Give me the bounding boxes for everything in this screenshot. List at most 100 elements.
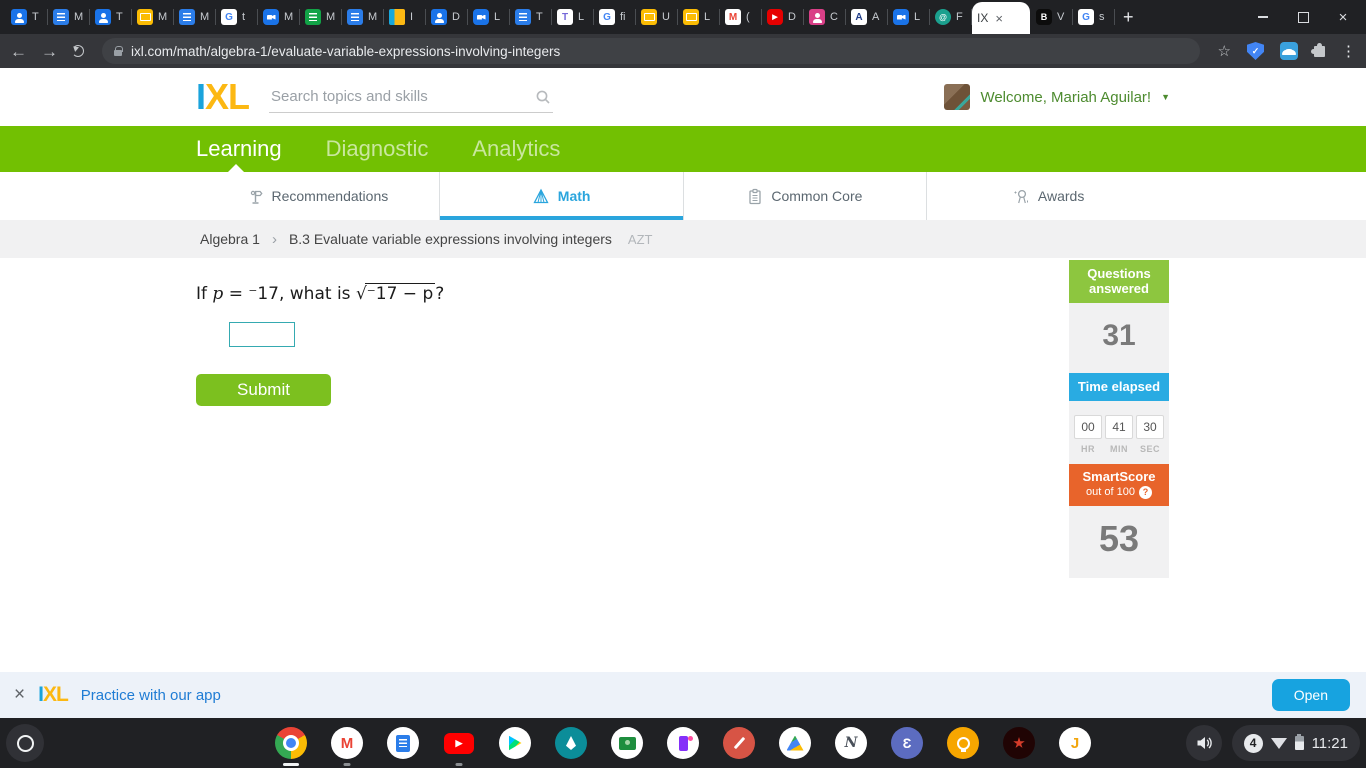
banner-close-icon[interactable]: × <box>14 684 25 706</box>
status-tray[interactable]: 4 11:21 <box>1231 725 1360 761</box>
tab[interactable]: M <box>132 0 173 34</box>
shelf-app-youtube-icon[interactable] <box>443 727 475 766</box>
tab[interactable]: TL <box>552 0 593 34</box>
tab-recommendations[interactable]: Recommendations <box>196 172 439 220</box>
tab[interactable]: AA <box>846 0 887 34</box>
prodigy-favicon-icon: @ <box>935 9 951 25</box>
tab-title: T <box>116 11 123 23</box>
window-close-button[interactable]: × <box>1336 9 1350 26</box>
tab-title: C <box>830 11 838 23</box>
translate-favicon-icon: T <box>557 9 573 25</box>
shelf-app-music-icon[interactable] <box>1059 727 1091 759</box>
slides-favicon-icon <box>137 9 153 25</box>
tab[interactable]: L <box>888 0 929 34</box>
nav-analytics[interactable]: Analytics <box>472 126 560 172</box>
tab[interactable]: Gt <box>216 0 257 34</box>
adblock-extension-icon[interactable]: ✓ <box>1247 42 1264 60</box>
bitmoji-favicon-icon: B <box>1036 9 1052 25</box>
browser-menu-icon[interactable]: ⋮ <box>1341 42 1356 60</box>
extensions-puzzle-icon[interactable] <box>1311 42 1325 57</box>
shelf: 4 11:21 <box>0 718 1366 768</box>
tab-awards[interactable]: Awards <box>926 172 1170 220</box>
secondary-nav: Recommendations Math Common Core Awards <box>196 172 1170 220</box>
answer-input[interactable] <box>229 322 295 347</box>
shelf-app-painter-icon[interactable] <box>555 727 587 759</box>
tab-title: M <box>368 11 378 23</box>
restore-button[interactable] <box>1296 10 1310 24</box>
tab[interactable]: BV <box>1031 0 1072 34</box>
shelf-app-game-icon[interactable] <box>1003 727 1035 759</box>
tab[interactable]: M <box>300 0 341 34</box>
submit-button[interactable]: Submit <box>196 374 331 406</box>
tab[interactable]: T <box>6 0 47 34</box>
variable-p: p <box>212 284 224 304</box>
nav-learning[interactable]: Learning <box>196 126 282 172</box>
search-icon[interactable] <box>535 89 551 105</box>
tab[interactable]: M <box>258 0 299 34</box>
lock-icon[interactable] <box>114 45 123 56</box>
tab[interactable]: U <box>636 0 677 34</box>
tab[interactable]: D <box>426 0 467 34</box>
open-app-button[interactable]: Open <box>1271 679 1350 711</box>
shelf-app-play-store-icon[interactable] <box>499 727 531 759</box>
tab-active[interactable]: IX × <box>972 2 1030 34</box>
tab[interactable]: L <box>678 0 719 34</box>
smartscore-title: SmartScore <box>1082 469 1156 484</box>
docs-favicon-icon <box>347 9 363 25</box>
shelf-app-drive-icon[interactable] <box>779 727 811 759</box>
smartscore-help-icon[interactable]: ? <box>1138 486 1152 499</box>
tab[interactable]: M( <box>720 0 761 34</box>
tab-common-core[interactable]: Common Core <box>682 172 927 220</box>
minimize-button[interactable] <box>1256 10 1270 24</box>
math-prism-icon <box>533 188 549 203</box>
volume-button[interactable] <box>1185 725 1222 761</box>
back-icon[interactable]: ← <box>10 43 27 60</box>
meet-favicon-icon <box>263 9 279 25</box>
tab-title: F <box>956 11 963 23</box>
tab[interactable]: ▶ D <box>762 0 803 34</box>
tab-title: t <box>242 11 246 23</box>
shelf-app-chrome-icon[interactable] <box>275 727 307 766</box>
tab[interactable]: C <box>804 0 845 34</box>
shelf-app-classroom-icon[interactable] <box>611 727 643 759</box>
shelf-app-squid-icon[interactable] <box>835 727 867 759</box>
launcher-button[interactable] <box>6 724 44 762</box>
url-text[interactable]: ixl.com/math/algebra-1/evaluate-variable… <box>131 44 560 59</box>
shelf-app-sketch-icon[interactable] <box>723 727 755 759</box>
contacts-favicon-icon <box>95 9 111 25</box>
ixl-header: IXL Welcome, Mariah Aguilar! ▼ <box>0 68 1366 126</box>
account-menu[interactable]: Welcome, Mariah Aguilar! ▼ <box>944 84 1170 110</box>
meet-favicon-icon <box>893 9 909 25</box>
youtube-favicon-icon: ▶ <box>767 9 783 25</box>
search-input[interactable] <box>269 81 554 113</box>
tab[interactable]: M <box>174 0 215 34</box>
forward-icon[interactable]: → <box>41 43 58 60</box>
reload-icon[interactable] <box>72 45 84 57</box>
tab[interactable]: Gfi <box>594 0 635 34</box>
tab-math[interactable]: Math <box>438 172 683 220</box>
cloud-extension-icon[interactable] <box>1280 42 1298 60</box>
tab[interactable]: @ F <box>930 0 971 34</box>
breadcrumb-category[interactable]: Algebra 1 <box>200 231 260 247</box>
gmail-favicon-icon: M <box>725 9 741 25</box>
tab[interactable]: M <box>342 0 383 34</box>
shelf-app-gmail-icon[interactable] <box>331 727 363 766</box>
nav-diagnostic[interactable]: Diagnostic <box>326 126 429 172</box>
bookmark-star-icon[interactable]: ☆ <box>1218 42 1231 60</box>
shelf-app-docs-icon[interactable] <box>387 727 419 759</box>
ixl-logo[interactable]: IXL <box>196 79 250 115</box>
shelf-app-keep-icon[interactable] <box>947 727 979 759</box>
tab[interactable]: T <box>510 0 551 34</box>
tab-close-icon[interactable]: × <box>995 11 1003 26</box>
shelf-app-purple-app-icon[interactable] <box>667 727 699 759</box>
tab[interactable]: M <box>48 0 89 34</box>
docs-favicon-icon <box>179 9 195 25</box>
new-tab-button[interactable]: + <box>1123 8 1134 26</box>
tab[interactable]: Gs <box>1073 0 1114 34</box>
address-bar[interactable]: ixl.com/math/algebra-1/evaluate-variable… <box>102 38 1200 64</box>
shelf-app-edpuzzle-icon[interactable] <box>891 727 923 759</box>
tab[interactable]: I <box>384 0 425 34</box>
tab[interactable]: T <box>90 0 131 34</box>
slides-favicon-icon <box>641 9 657 25</box>
tab[interactable]: L <box>468 0 509 34</box>
